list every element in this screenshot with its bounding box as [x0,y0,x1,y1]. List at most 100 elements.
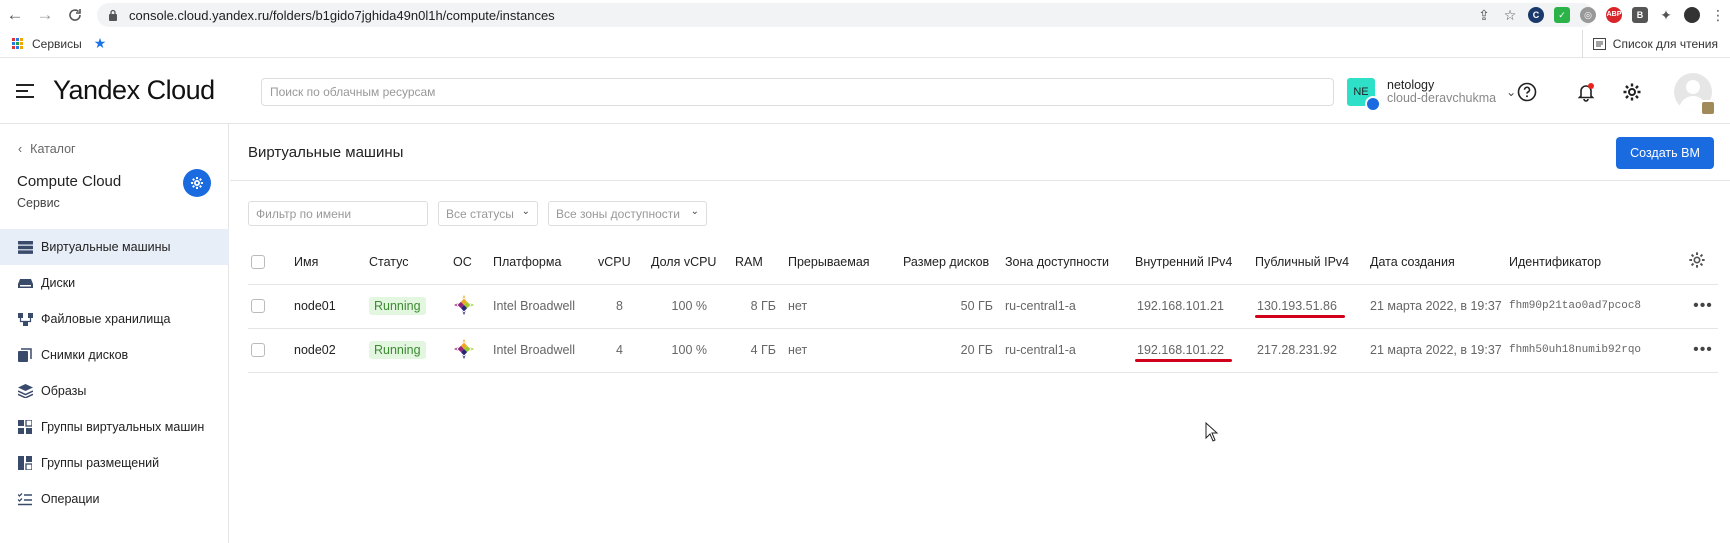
internal-ip-cell: 192.168.101.21 [1135,284,1255,329]
yandex-cloud-logo[interactable]: Yandex Cloud [53,75,215,106]
share-icon[interactable]: ⇪ [1472,3,1496,27]
sidebar-item-instance-groups[interactable]: Группы виртуальных машин [0,409,229,445]
apps-bookmark[interactable]: Сервисы [12,37,82,51]
page-title: Виртуальные машины [248,144,404,161]
forward-arrow-icon[interactable]: → [30,0,60,30]
file-storage-icon [17,311,33,327]
extension-abp-icon[interactable]: ABP [1602,3,1626,27]
reading-list-button[interactable]: Список для чтения [1581,30,1718,58]
create-vm-button[interactable]: Создать ВМ [1616,137,1714,169]
col-header-internal-ip[interactable]: Внутренний IPv4 [1135,240,1255,285]
table-row[interactable]: node01 Running Intel Broadwell 8 100 % 8… [248,284,1718,329]
extension-shield-icon[interactable]: ✓ [1550,3,1574,27]
catalog-label: Каталог [30,142,76,156]
os-cell [453,284,493,329]
vm-name[interactable]: node01 [294,284,369,329]
more-actions-icon[interactable]: ••• [1688,328,1718,373]
platform-cell: Intel Broadwell [493,284,598,329]
reading-list-label: Список для чтения [1612,37,1718,51]
col-header-zone[interactable]: Зона доступности [1005,240,1135,285]
chevron-down-icon: ⌄ [521,206,530,217]
created-cell: 21 марта 2022, в 19:37 [1370,328,1509,373]
organization-badge-icon [1700,100,1716,116]
sidebar-item-disks[interactable]: Диски [0,265,229,301]
extension-globe-icon[interactable]: ◎ [1576,3,1600,27]
sidebar-menu: Виртуальные машины Диски Файловые хранил… [0,229,229,517]
back-to-catalog-link[interactable]: ‹ Каталог [18,142,76,156]
row-checkbox[interactable] [248,328,294,373]
col-header-platform[interactable]: Платформа [493,240,598,285]
zone-cell: ru-central1-a [1005,328,1135,373]
sidebar-item-images[interactable]: Образы [0,373,229,409]
star-bookmark-icon[interactable]: ★ [94,35,107,52]
sidebar-item-file-storages[interactable]: Файловые хранилища [0,301,229,337]
vm-name[interactable]: node02 [294,328,369,373]
sidebar-item-label: Файловые хранилища [41,312,171,326]
extensions-puzzle-icon[interactable]: ✦ [1654,3,1678,27]
vcpu-cell: 4 [598,328,651,373]
account-badge-text: NE [1353,86,1369,98]
settings-gear-icon[interactable] [1620,80,1644,104]
extension-c-icon[interactable]: C [1524,3,1548,27]
sidebar-item-snapshots[interactable]: Снимки дисков [0,337,229,373]
col-header-os[interactable]: ОС [453,240,493,285]
row-checkbox[interactable] [248,284,294,329]
service-settings-gear-icon[interactable] [183,169,211,197]
col-header-vcpu[interactable]: vCPU [598,240,651,285]
col-header-id[interactable]: Идентификатор [1509,240,1688,285]
vm-icon [17,239,33,255]
placement-groups-icon [17,455,33,471]
col-header-created[interactable]: Дата создания [1370,240,1509,285]
extension-b-icon[interactable]: B [1628,3,1652,27]
col-header-disk-size[interactable]: Размер дисков [903,240,1005,285]
instance-groups-icon [17,419,33,435]
col-header-ram[interactable]: RAM [735,240,788,285]
bookmark-star-icon[interactable]: ☆ [1498,3,1522,27]
help-icon[interactable] [1515,80,1539,104]
table-row[interactable]: node02 Running Intel Broadwell 4 100 % 4… [248,328,1718,373]
apps-label: Сервисы [32,36,82,51]
col-header-status[interactable]: Статус [369,240,453,285]
reading-list-icon [1592,38,1606,50]
col-header-public-ip[interactable]: Публичный IPv4 [1255,240,1370,285]
address-bar[interactable]: console.cloud.yandex.ru/folders/b1gido7j… [97,3,1594,27]
profile-avatar-icon[interactable] [1680,3,1704,27]
account-switcher[interactable]: NE netology cloud-deravchukma ⌄ [1347,78,1516,112]
reload-icon[interactable] [60,0,90,30]
column-settings-gear-icon[interactable] [1688,240,1718,285]
search-input[interactable]: Поиск по облачным ресурсам [261,78,1334,106]
chevron-down-icon: ⌄ [690,206,699,217]
main-content: Виртуальные машины Создать ВМ Фильтр по … [230,124,1730,543]
status-filter-select[interactable]: Все статусы ⌄ [438,201,538,226]
lock-icon [109,9,117,21]
vm-table: Имя Статус ОС Платформа vCPU Доля vCPU R… [248,240,1718,373]
select-all-checkbox[interactable] [248,240,294,285]
id-cell: fhm90p21tao0ad7pcoc8 [1509,284,1688,329]
internal-ip-value: 192.168.101.22 [1135,343,1232,362]
preemptible-cell: нет [788,284,903,329]
sidebar-item-label: Виртуальные машины [41,240,171,254]
col-header-preemptible[interactable]: Прерываемая [788,240,903,285]
notifications-bell-icon[interactable] [1574,80,1598,104]
preemptible-cell: нет [788,328,903,373]
account-badge: NE [1347,78,1381,112]
zone-filter-select[interactable]: Все зоны доступности ⌄ [548,201,707,226]
sidebar-item-placement-groups[interactable]: Группы размещений [0,445,229,481]
disk-size-cell: 50 ГБ [903,284,1005,329]
service-subtitle: Сервис [17,196,60,210]
sidebar-item-vms[interactable]: Виртуальные машины [0,229,229,265]
public-ip-cell: 217.28.231.92 [1255,328,1370,373]
back-arrow-icon[interactable]: ← [0,0,30,30]
hamburger-menu-icon[interactable] [16,84,34,98]
name-filter-input[interactable]: Фильтр по имени [248,201,428,226]
bookmarks-bar: Сервисы ★ Список для чтения [0,30,1730,58]
more-actions-icon[interactable]: ••• [1688,284,1718,329]
vcpu-share-cell: 100 % [651,328,735,373]
sidebar-item-operations[interactable]: Операции [0,481,229,517]
mouse-cursor-icon [1205,422,1219,442]
browser-menu-icon[interactable]: ⋮ [1706,3,1730,27]
col-header-name[interactable]: Имя [294,240,369,285]
account-cloud: cloud-deravchukma [1387,91,1497,105]
col-header-vcpu-share[interactable]: Доля vCPU [651,240,735,285]
sidebar-item-label: Операции [41,492,100,506]
